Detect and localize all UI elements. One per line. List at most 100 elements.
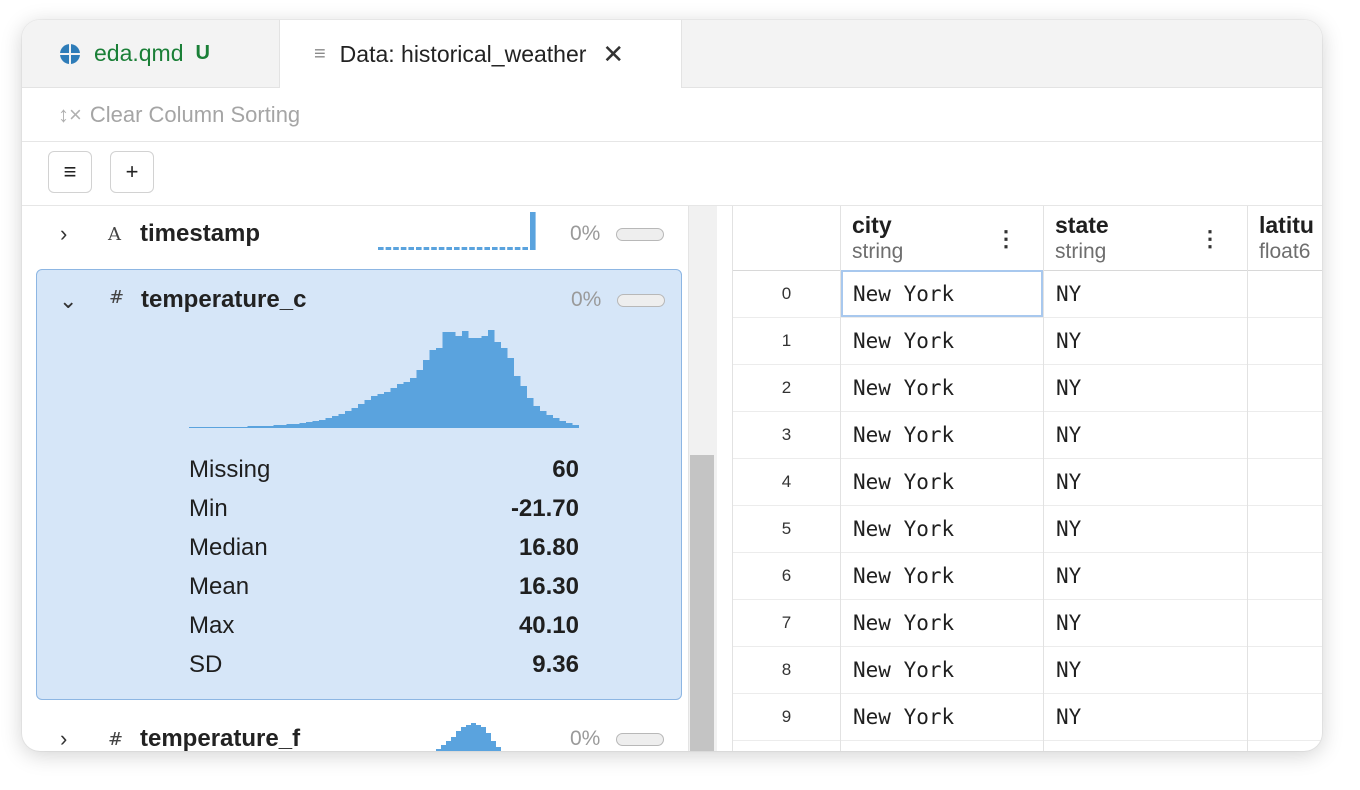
cell-city[interactable]: [840, 740, 1043, 751]
table-row[interactable]: 8 New York NY: [733, 646, 1322, 694]
histogram-bar: [241, 427, 248, 428]
cell-state[interactable]: NY: [1043, 599, 1247, 646]
histogram-bar: [325, 418, 332, 428]
grid-header: city string ⋮ state string ⋮ latitu floa…: [733, 206, 1322, 271]
cell-latitude[interactable]: [1247, 317, 1322, 364]
cell-city[interactable]: New York: [840, 693, 1043, 740]
histogram-bar: [416, 370, 423, 428]
cell-latitude[interactable]: [1247, 364, 1322, 411]
add-filter-button[interactable]: +: [110, 151, 154, 193]
histogram-bar: [451, 737, 456, 751]
cell-latitude[interactable]: [1247, 270, 1322, 317]
histogram-bar: [358, 404, 365, 428]
histogram-bar: [476, 247, 483, 250]
cell-latitude[interactable]: [1247, 411, 1322, 458]
cell-city[interactable]: New York: [840, 364, 1043, 411]
cell-latitude[interactable]: [1247, 693, 1322, 740]
table-row[interactable]: 1 New York NY: [733, 317, 1322, 365]
cell-state[interactable]: NY: [1043, 458, 1247, 505]
table-row[interactable]: [733, 740, 1322, 751]
cell-state[interactable]: NY: [1043, 317, 1247, 364]
histogram-bar: [488, 330, 495, 428]
histogram-bar: [520, 386, 527, 428]
table-row[interactable]: 3 New York NY: [733, 411, 1322, 459]
histogram-bar: [260, 426, 267, 428]
column-header-latitude[interactable]: latitu float6: [1247, 206, 1322, 270]
summary-scrollbar-thumb[interactable]: [690, 455, 714, 751]
histogram-bar: [441, 745, 446, 751]
cell-city[interactable]: New York: [840, 505, 1043, 552]
table-row[interactable]: 2 New York NY: [733, 364, 1322, 412]
table-row[interactable]: 9 New York NY: [733, 693, 1322, 741]
cell-latitude[interactable]: [1247, 646, 1322, 693]
table-row[interactable]: 4 New York NY: [733, 458, 1322, 506]
histogram-bar: [429, 350, 436, 428]
row-index: 6: [781, 565, 792, 585]
cell-latitude[interactable]: [1247, 458, 1322, 505]
clear-column-sorting-button[interactable]: Clear Column Sorting: [90, 102, 300, 128]
cell-city[interactable]: New York: [840, 646, 1043, 693]
column-header-city[interactable]: city string ⋮: [840, 206, 1043, 270]
histogram-bar: [247, 426, 254, 428]
column-header-state[interactable]: state string ⋮: [1043, 206, 1247, 270]
cell-city[interactable]: New York: [840, 411, 1043, 458]
histogram-bar: [442, 332, 449, 428]
histogram-bar: [507, 358, 514, 428]
histogram-bar: [501, 348, 508, 428]
histogram-bar: [461, 247, 468, 250]
table-row[interactable]: 7 New York NY: [733, 599, 1322, 647]
missing-bar: [616, 228, 664, 241]
cell-city[interactable]: New York: [840, 317, 1043, 364]
stat-min: Min -21.70: [189, 494, 579, 522]
histogram-bar: [345, 411, 352, 428]
cell-latitude[interactable]: [1247, 740, 1322, 751]
close-icon[interactable]: ✕: [602, 39, 624, 70]
cell-state[interactable]: NY: [1043, 411, 1247, 458]
column-menu-icon[interactable]: ⋮: [1199, 226, 1221, 252]
cell-city[interactable]: New York: [840, 599, 1043, 646]
cell-latitude[interactable]: [1247, 599, 1322, 646]
sorting-toolbar: ↕× Clear Column Sorting: [22, 88, 1322, 142]
histogram-bar: [280, 425, 287, 428]
tab-eda-qmd[interactable]: eda.qmd U: [32, 20, 280, 87]
cell-state[interactable]: NY: [1043, 646, 1247, 693]
histogram-bar: [456, 731, 461, 751]
histogram-bar: [446, 741, 451, 751]
cell-state[interactable]: NY: [1043, 693, 1247, 740]
column-menu-icon[interactable]: ⋮: [995, 226, 1017, 252]
panel-toolbar: ≡ +: [22, 142, 1322, 206]
summary-row-timestamp[interactable]: › A timestamp 0%: [22, 206, 688, 262]
histogram-bar: [486, 733, 491, 751]
cell-latitude[interactable]: [1247, 552, 1322, 599]
cell-city[interactable]: New York: [840, 552, 1043, 599]
row-index: 9: [781, 706, 792, 726]
table-row[interactable]: 5 New York NY: [733, 505, 1322, 553]
histogram-bar: [338, 414, 345, 428]
missing-bar: [616, 733, 664, 746]
cell-state[interactable]: NY: [1043, 364, 1247, 411]
summary-row-temperature-f[interactable]: › # temperature_f 0%: [22, 711, 688, 751]
histogram-bar: [559, 421, 566, 428]
chevron-right-icon[interactable]: ›: [60, 726, 67, 751]
summary-row-temperature-c[interactable]: ⌄ # temperature_c 0% Missing 60 Min -21.70…: [36, 269, 682, 700]
column-name: timestamp: [140, 220, 261, 247]
cell-city[interactable]: New York: [840, 458, 1043, 505]
histogram-bar: [408, 247, 414, 250]
cell-state[interactable]: NY: [1043, 505, 1247, 552]
chevron-right-icon[interactable]: ›: [60, 221, 67, 247]
chevron-down-icon[interactable]: ⌄: [59, 288, 77, 314]
histogram-bar: [351, 408, 358, 428]
table-row[interactable]: 0 New York NY: [733, 270, 1322, 318]
toggle-summary-button[interactable]: ≡: [48, 151, 92, 193]
histogram-bar: [514, 247, 521, 250]
cell-state[interactable]: NY: [1043, 552, 1247, 599]
tab-data-viewer[interactable]: ≡ Data: historical_weather ✕: [280, 20, 682, 88]
stat-missing: Missing 60: [189, 455, 579, 483]
cell-city[interactable]: New York: [840, 270, 1043, 317]
table-row[interactable]: 6 New York NY: [733, 552, 1322, 600]
cell-state[interactable]: [1043, 740, 1247, 751]
histogram-bar: [202, 427, 209, 428]
cell-state[interactable]: NY: [1043, 270, 1247, 317]
row-index: 3: [781, 424, 792, 444]
cell-latitude[interactable]: [1247, 505, 1322, 552]
